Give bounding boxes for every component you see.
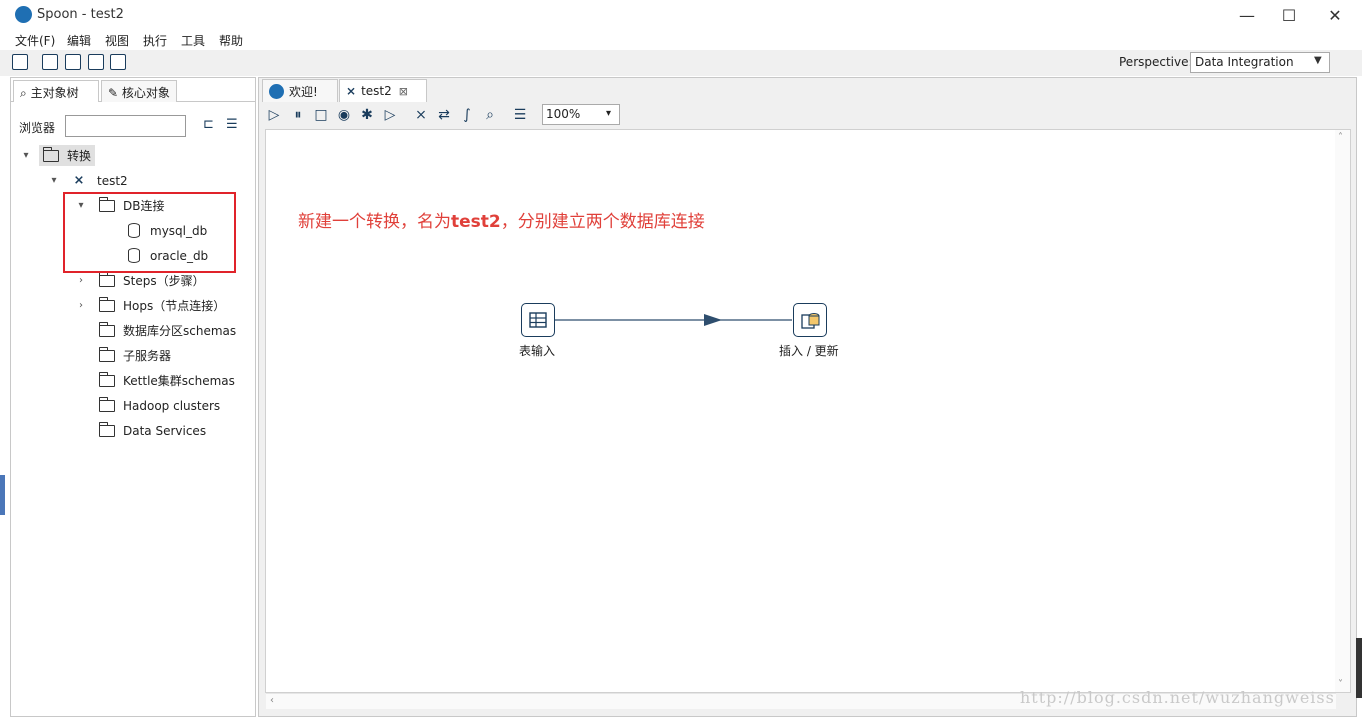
- window-title: Spoon - test2: [37, 7, 124, 22]
- folder-icon: [99, 421, 115, 437]
- perspective-select[interactable]: Data Integration: [1190, 52, 1330, 73]
- insert-update-icon: [801, 313, 820, 329]
- table-input-icon: [529, 312, 547, 328]
- tab-core-objects-label: 核心对象: [121, 86, 170, 100]
- tree-folder-label: Steps（步骤）: [123, 274, 205, 288]
- hop-arrow[interactable]: [554, 310, 794, 330]
- menu-help[interactable]: 帮助: [219, 32, 243, 49]
- chevron-down-icon[interactable]: ▾: [606, 108, 611, 119]
- chevron-down-icon[interactable]: ▾: [19, 150, 33, 161]
- scroll-up-icon[interactable]: ˄: [1338, 132, 1343, 143]
- impact-icon[interactable]: ⇄: [436, 107, 452, 123]
- chevron-right-icon[interactable]: ›: [74, 275, 88, 286]
- tree-item-partition-schemas[interactable]: 数据库分区schemas: [99, 318, 236, 343]
- run-icon[interactable]: ▷: [266, 107, 282, 123]
- transformation-icon: ⨯: [346, 84, 357, 98]
- menu-file[interactable]: 文件(F): [15, 32, 55, 49]
- replay-icon[interactable]: ▷: [382, 107, 398, 123]
- step-insert-update[interactable]: [793, 303, 827, 337]
- tab-welcome-label: 欢迎!: [289, 84, 318, 99]
- explore-repository-icon[interactable]: [65, 54, 81, 70]
- save-as-icon[interactable]: [110, 54, 126, 70]
- tree-item-root[interactable]: ▾ 转换: [19, 143, 96, 168]
- tab-welcome[interactable]: 欢迎!: [262, 79, 338, 102]
- tree-root-label: 转换: [67, 149, 92, 163]
- tab-core-objects[interactable]: ✎ 核心对象: [101, 80, 177, 102]
- highlight-box: [63, 192, 236, 273]
- collapse-all-icon[interactable]: ☰: [226, 117, 238, 132]
- menu-tools[interactable]: 工具: [181, 32, 205, 49]
- folder-icon: [43, 146, 59, 162]
- tab-main-tree[interactable]: ⌕ 主对象树: [13, 80, 99, 102]
- close-icon[interactable]: ⊠: [399, 85, 408, 98]
- tree-item-hops[interactable]: › Hops（节点连接）: [74, 293, 225, 318]
- tree-folder-label: Kettle集群schemas: [123, 374, 235, 388]
- scroll-left-icon[interactable]: ‹: [270, 695, 274, 706]
- folder-icon: [99, 296, 115, 312]
- verify-icon[interactable]: ⨯: [413, 107, 429, 123]
- tree-folder-label: 数据库分区schemas: [123, 324, 237, 338]
- pencil-icon: ✎: [108, 86, 119, 100]
- perspective-label: Perspective:: [1119, 55, 1193, 69]
- step-label: 表输入: [519, 344, 556, 358]
- step-label: 插入 / 更新: [779, 344, 839, 358]
- debug-icon[interactable]: ✱: [359, 107, 375, 123]
- tree-folder-label: Hops（节点连接）: [123, 299, 226, 313]
- annotation-part: 新建一个转换，名为: [298, 212, 451, 232]
- tab-test2[interactable]: ⨯ test2 ⊠: [339, 79, 427, 102]
- title-bar: [0, 0, 1362, 30]
- chevron-down-icon[interactable]: ▼: [1314, 55, 1322, 66]
- tree-item-data-services[interactable]: Data Services: [99, 418, 206, 443]
- tree-item-transformation[interactable]: ▾ ⨯ test2: [47, 168, 128, 193]
- folder-icon: [99, 321, 115, 337]
- annotation-highlight: test2: [451, 212, 501, 232]
- close-button[interactable]: ✕: [1312, 0, 1358, 30]
- browser-label: 浏览器: [19, 121, 56, 135]
- show-results-icon[interactable]: ☰: [512, 107, 528, 123]
- transformation-icon: ⨯: [73, 172, 85, 188]
- browser-search-input[interactable]: [65, 115, 186, 137]
- edge-strip: [1356, 638, 1362, 698]
- minimize-button[interactable]: —: [1224, 0, 1270, 30]
- folder-icon: [99, 371, 115, 387]
- vertical-scrollbar[interactable]: ˄ ˅: [1335, 130, 1350, 692]
- tree-folder-label: 子服务器: [123, 349, 172, 363]
- sql-icon[interactable]: ∫: [459, 107, 475, 123]
- chevron-down-icon[interactable]: ▾: [47, 175, 61, 186]
- annotation-part: ，分别建立两个数据库连接: [500, 212, 705, 232]
- watermark: http://blog.csdn.net/wuzhangweiss: [1020, 688, 1335, 707]
- search-icon: ⌕: [20, 86, 27, 100]
- spoon-logo-icon: [269, 83, 284, 99]
- folder-icon: [99, 271, 115, 287]
- step-table-input[interactable]: [521, 303, 555, 337]
- open-folder-icon[interactable]: [42, 54, 58, 70]
- scroll-down-icon[interactable]: ˅: [1338, 679, 1343, 690]
- new-file-icon[interactable]: [12, 54, 28, 70]
- menu-view[interactable]: 视图: [105, 32, 129, 49]
- maximize-button[interactable]: ☐: [1266, 0, 1312, 30]
- chevron-right-icon[interactable]: ›: [74, 300, 88, 311]
- stop-icon[interactable]: □: [313, 107, 329, 123]
- tree-folder-label: Data Services: [123, 423, 207, 438]
- spoon-logo-icon: [15, 6, 32, 23]
- folder-icon: [99, 396, 115, 412]
- tab-main-tree-label: 主对象树: [30, 86, 79, 100]
- tree-transformation-label: test2: [97, 173, 128, 188]
- pause-icon[interactable]: ⏸: [290, 107, 306, 123]
- annotation-text: 新建一个转换，名为test2，分别建立两个数据库连接: [298, 207, 705, 232]
- side-accent-strip: [0, 475, 5, 515]
- menu-edit[interactable]: 编辑: [67, 32, 91, 49]
- menu-run[interactable]: 执行: [143, 32, 167, 49]
- expand-all-icon[interactable]: ⊏: [203, 117, 214, 132]
- folder-icon: [99, 346, 115, 362]
- save-icon[interactable]: [88, 54, 104, 70]
- tree-folder-label: Hadoop clusters: [123, 398, 221, 413]
- tree-item-cluster-schemas[interactable]: Kettle集群schemas: [99, 368, 235, 393]
- tab-test2-label: test2: [361, 84, 392, 98]
- tree-item-slave-servers[interactable]: 子服务器: [99, 343, 171, 368]
- explore-db-icon[interactable]: ⌕: [482, 107, 498, 123]
- tree-item-hadoop-clusters[interactable]: Hadoop clusters: [99, 393, 220, 418]
- preview-icon[interactable]: ◉: [336, 107, 352, 123]
